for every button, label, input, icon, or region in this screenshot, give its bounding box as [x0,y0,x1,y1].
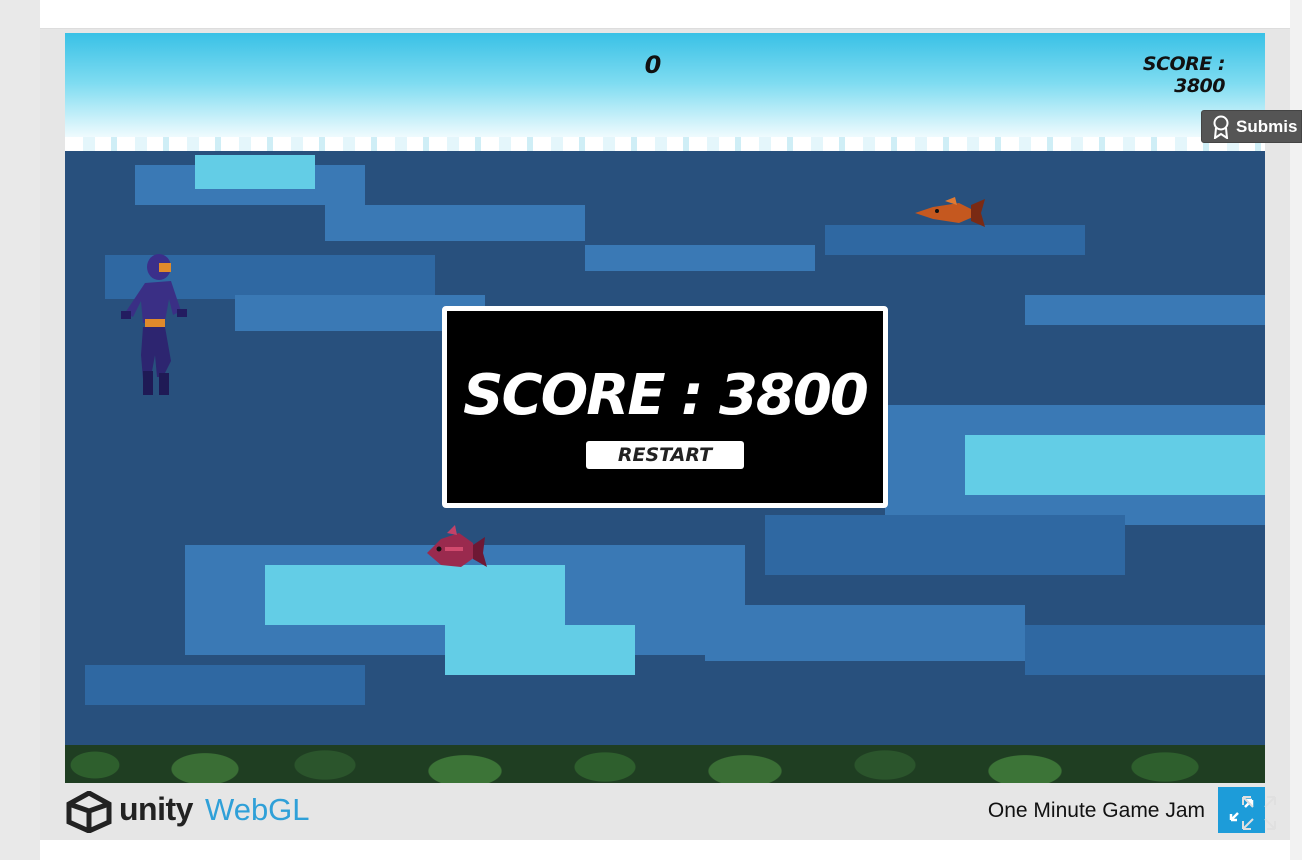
hud-score: SCORE : 3800 [1142,53,1226,97]
wave [765,515,1125,575]
unity-footer: unity WebGL One Minute Game Jam [65,783,1265,837]
wave [1025,295,1265,325]
orange-fish [915,197,985,227]
wave [585,245,815,271]
unity-logo-icon [66,791,112,833]
seabed-rocks [65,725,1265,783]
wave [825,225,1085,255]
red-fish [427,525,487,567]
page-bottom-strip [40,840,1290,860]
restart-button[interactable]: RESTART [586,441,744,469]
surface-foam [65,137,1265,151]
wave [265,565,565,625]
expand-overlay-icon[interactable] [1239,793,1279,833]
diver-character [121,254,187,395]
wave [705,605,1025,661]
hud-timer: 0 [644,51,662,79]
page-top-strip [40,0,1290,29]
ribbon-icon [1213,115,1229,139]
wave [85,665,365,705]
submission-badge[interactable]: Submis [1201,110,1302,143]
game-canvas[interactable]: 0 SCORE : 3800 SCORE : 3800 RESTART [65,33,1265,783]
game-title: One Minute Game Jam [987,799,1205,822]
final-score: SCORE : 3800 [463,363,869,428]
game-over-dialog: SCORE : 3800 RESTART [442,306,888,508]
wave [445,625,635,675]
wave [1025,625,1265,675]
submission-label: Submis [1236,116,1298,136]
wave [965,435,1265,495]
webgl-label: WebGL [205,792,310,827]
unity-label: unity [119,791,193,827]
sky-background [65,33,1265,145]
page-left-margin [0,0,40,860]
wave [195,155,315,189]
wave [325,205,585,241]
